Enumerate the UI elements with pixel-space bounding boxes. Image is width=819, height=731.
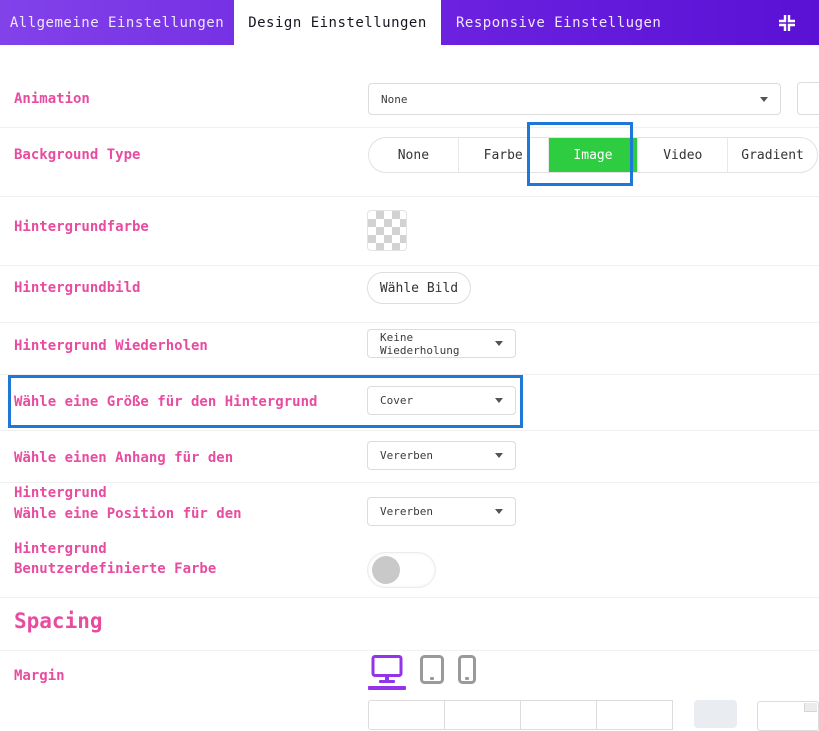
margin-input-left[interactable] [596, 700, 673, 730]
background-type-button-group: None Farbe Image Video Gradient [368, 137, 818, 173]
margin-input-top[interactable] [368, 700, 445, 730]
chevron-down-icon [495, 341, 503, 346]
background-size-value: Cover [380, 394, 413, 407]
device-switcher [368, 655, 476, 688]
chevron-down-icon [495, 453, 503, 458]
row-divider [0, 374, 819, 375]
row-divider [0, 265, 819, 266]
choose-image-button[interactable]: Wähle Bild [367, 272, 471, 304]
clipped-input[interactable] [797, 82, 819, 115]
animation-label: Animation [14, 91, 90, 107]
animation-select-value: None [381, 93, 408, 106]
background-color-label: Hintergrundfarbe [14, 219, 149, 235]
background-size-label: Wähle eine Größe für den Hintergrund [14, 394, 317, 410]
mobile-icon[interactable] [458, 655, 476, 688]
row-divider [0, 127, 819, 128]
tab-allgemeine-einstellungen[interactable]: Allgemeine Einstellungen [0, 0, 234, 45]
chevron-down-icon [495, 509, 503, 514]
transparent-color-swatch[interactable] [367, 210, 407, 251]
custom-color-toggle[interactable] [367, 552, 436, 588]
background-attachment-label-line2: Hintergrund [14, 485, 107, 501]
bg-type-option-gradient[interactable]: Gradient [728, 138, 817, 172]
background-position-label-line2: Hintergrund [14, 541, 107, 557]
background-repeat-value: Keine Wiederholung [380, 331, 495, 357]
background-attachment-value: Vererben [380, 449, 433, 462]
margin-input-right[interactable] [444, 700, 521, 730]
background-attachment-label-line1: Wähle einen Anhang für den [14, 450, 233, 466]
toggle-knob [372, 556, 400, 584]
margin-number-input[interactable] [757, 701, 819, 731]
row-divider [0, 430, 819, 431]
section-divider [0, 650, 819, 651]
background-attachment-select[interactable]: Vererben [367, 441, 516, 470]
tab-design-einstellungen[interactable]: Design Einstellungen [234, 0, 441, 45]
desktop-icon[interactable] [368, 655, 406, 688]
collapse-panel-icon[interactable] [777, 13, 797, 33]
animation-select[interactable]: None [368, 83, 781, 115]
margin-value-inputs [368, 700, 672, 730]
row-divider [0, 482, 819, 483]
bg-type-option-farbe[interactable]: Farbe [459, 138, 549, 172]
settings-tabbar: Allgemeine Einstellungen Design Einstell… [0, 0, 819, 45]
bg-type-option-none[interactable]: None [369, 138, 459, 172]
background-repeat-select[interactable]: Keine Wiederholung [367, 329, 516, 358]
tab-label: Design Einstellungen [248, 15, 427, 31]
tab-label: Responsive Einstellugen [456, 15, 661, 31]
margin-input-bottom[interactable] [520, 700, 597, 730]
bg-type-option-video[interactable]: Video [638, 138, 728, 172]
chevron-down-icon [495, 398, 503, 403]
section-divider [0, 597, 819, 598]
margin-label: Margin [14, 668, 65, 684]
chevron-down-icon [760, 97, 768, 102]
margin-link-button[interactable] [694, 700, 737, 728]
spacing-section-title: Spacing [14, 609, 103, 633]
tab-responsive-einstellungen[interactable]: Responsive Einstellugen [441, 0, 731, 45]
background-type-label: Background Type [14, 147, 140, 163]
tab-label: Allgemeine Einstellungen [10, 15, 224, 31]
bg-type-option-image[interactable]: Image [549, 138, 639, 172]
row-divider [0, 322, 819, 323]
background-position-value: Vererben [380, 505, 433, 518]
custom-color-label: Benutzerdefinierte Farbe [14, 561, 216, 577]
row-divider [0, 196, 819, 197]
background-size-select[interactable]: Cover [367, 386, 516, 415]
background-position-label-line1: Wähle eine Position für den [14, 506, 242, 522]
background-position-select[interactable]: Vererben [367, 497, 516, 526]
tablet-icon[interactable] [420, 655, 444, 688]
background-repeat-label: Hintergrund Wiederholen [14, 338, 208, 354]
active-device-indicator [368, 686, 406, 690]
background-image-label: Hintergrundbild [14, 280, 140, 296]
